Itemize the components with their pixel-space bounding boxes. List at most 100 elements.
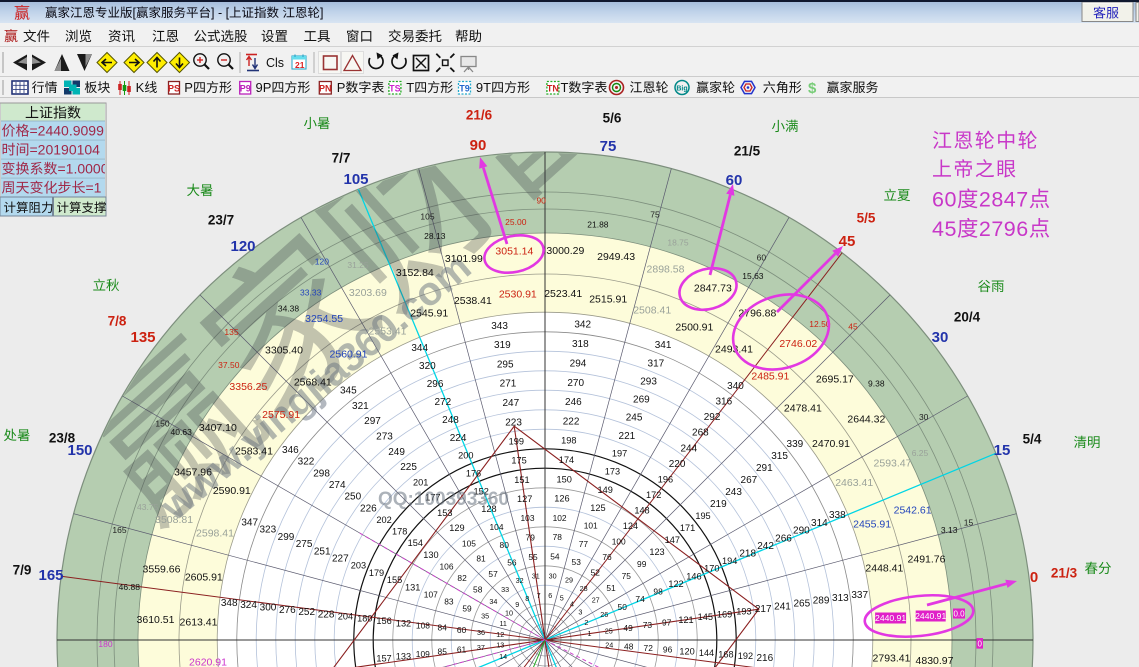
svg-text:252: 252 xyxy=(298,607,315,618)
svg-text:101: 101 xyxy=(584,521,598,531)
svg-text:P: P xyxy=(337,80,346,95)
svg-text:221: 221 xyxy=(619,431,636,442)
svg-text:194: 194 xyxy=(722,556,737,566)
svg-text:74: 74 xyxy=(635,594,645,604)
svg-text:48: 48 xyxy=(624,642,634,652)
svg-text:3101.99: 3101.99 xyxy=(445,253,483,265)
svg-text:108: 108 xyxy=(416,620,430,630)
svg-text:43.75: 43.75 xyxy=(137,502,159,512)
svg-text:29: 29 xyxy=(565,576,573,585)
svg-text:109: 109 xyxy=(416,649,430,659)
svg-text:227: 227 xyxy=(332,554,349,565)
svg-text:2440.91: 2440.91 xyxy=(915,611,946,621)
svg-text:132: 132 xyxy=(396,618,411,628)
svg-text:223: 223 xyxy=(505,417,522,428)
svg-text:276: 276 xyxy=(279,605,296,616)
svg-text:120: 120 xyxy=(315,256,329,266)
svg-text:3.13: 3.13 xyxy=(941,525,958,535)
svg-text:5/5: 5/5 xyxy=(857,211,876,226)
svg-text:225: 225 xyxy=(400,462,417,473)
svg-text:320: 320 xyxy=(419,361,436,372)
svg-text:120: 120 xyxy=(679,646,694,656)
svg-text:172: 172 xyxy=(646,490,661,500)
svg-text:203: 203 xyxy=(351,561,366,571)
svg-text:269: 269 xyxy=(633,395,650,406)
svg-text:46.88: 46.88 xyxy=(119,582,141,592)
svg-text:270: 270 xyxy=(567,378,584,389)
svg-text:2583.41: 2583.41 xyxy=(235,446,273,458)
svg-text:105: 105 xyxy=(420,212,434,222)
svg-text:200: 200 xyxy=(458,451,473,461)
svg-text:25.00: 25.00 xyxy=(505,217,527,227)
svg-text:97: 97 xyxy=(662,617,672,627)
svg-text:291: 291 xyxy=(756,463,773,474)
svg-text:180: 180 xyxy=(98,639,112,649)
svg-text:179: 179 xyxy=(369,568,384,578)
svg-text:15: 15 xyxy=(964,518,974,528)
svg-text:2746.02: 2746.02 xyxy=(779,338,817,350)
svg-text:52: 52 xyxy=(591,568,601,578)
svg-text:127: 127 xyxy=(517,494,532,504)
svg-text:75: 75 xyxy=(650,210,660,220)
svg-text:45: 45 xyxy=(848,322,858,332)
svg-text:7: 7 xyxy=(537,591,541,600)
svg-text:2560.91: 2560.91 xyxy=(330,349,368,361)
svg-text:348: 348 xyxy=(221,598,238,609)
svg-text:18.75: 18.75 xyxy=(667,238,689,248)
svg-text:220: 220 xyxy=(669,459,686,470)
svg-text:103: 103 xyxy=(521,513,535,523)
svg-text:129: 129 xyxy=(449,523,464,533)
svg-text:2455.91: 2455.91 xyxy=(853,519,891,531)
svg-text:123: 123 xyxy=(649,547,664,557)
svg-text:20/4: 20/4 xyxy=(954,310,981,325)
svg-text:345: 345 xyxy=(340,386,357,397)
svg-text:342: 342 xyxy=(574,320,591,331)
svg-text:124: 124 xyxy=(623,521,638,531)
svg-text:QQ:100393360: QQ:100393360 xyxy=(378,489,509,510)
svg-text:131: 131 xyxy=(405,582,420,592)
svg-text:300: 300 xyxy=(260,603,277,614)
svg-text:2485.91: 2485.91 xyxy=(751,371,789,383)
svg-text:219: 219 xyxy=(710,499,727,510)
svg-text:338: 338 xyxy=(829,510,846,521)
svg-text:30: 30 xyxy=(919,412,929,422)
svg-text:125: 125 xyxy=(590,503,605,513)
svg-text:199: 199 xyxy=(509,436,524,446)
svg-text:7/7: 7/7 xyxy=(332,151,351,166)
svg-text:T: T xyxy=(406,80,414,95)
svg-text:$: $ xyxy=(808,80,817,97)
svg-text:TN: TN xyxy=(547,84,559,94)
svg-text:79: 79 xyxy=(526,533,536,543)
svg-text:P9: P9 xyxy=(240,84,251,94)
svg-text:2593.47: 2593.47 xyxy=(874,457,912,469)
svg-text:59: 59 xyxy=(462,604,472,614)
svg-text:3508.81: 3508.81 xyxy=(155,514,193,526)
svg-text:7/9: 7/9 xyxy=(13,563,32,578)
svg-text:2440.91: 2440.91 xyxy=(875,613,906,623)
svg-text:23/7: 23/7 xyxy=(208,213,234,228)
svg-text:244: 244 xyxy=(680,443,697,454)
svg-text:126: 126 xyxy=(554,494,569,504)
svg-text:27: 27 xyxy=(592,596,600,605)
svg-text:180: 180 xyxy=(357,614,372,624)
svg-text:289: 289 xyxy=(813,596,830,607)
svg-text:83: 83 xyxy=(444,597,454,607)
svg-text:9T: 9T xyxy=(476,80,491,95)
svg-text:323: 323 xyxy=(259,525,276,536)
svg-text:296: 296 xyxy=(427,379,444,390)
svg-text:3407.10: 3407.10 xyxy=(199,422,237,434)
svg-text:2553.41: 2553.41 xyxy=(369,325,407,337)
svg-text:2949.43: 2949.43 xyxy=(597,251,635,263)
svg-text:56: 56 xyxy=(507,558,517,568)
svg-text:290: 290 xyxy=(793,526,810,537)
svg-text:246: 246 xyxy=(565,397,582,408)
svg-text:267: 267 xyxy=(741,475,758,486)
svg-text:3152.84: 3152.84 xyxy=(396,267,434,279)
svg-text:60: 60 xyxy=(726,172,743,189)
svg-text:104: 104 xyxy=(490,522,504,532)
svg-text:8: 8 xyxy=(525,594,529,603)
svg-text:0.0: 0.0 xyxy=(953,609,965,618)
svg-text:298: 298 xyxy=(313,468,330,479)
svg-text:294: 294 xyxy=(570,359,587,370)
svg-text:11: 11 xyxy=(499,619,506,628)
